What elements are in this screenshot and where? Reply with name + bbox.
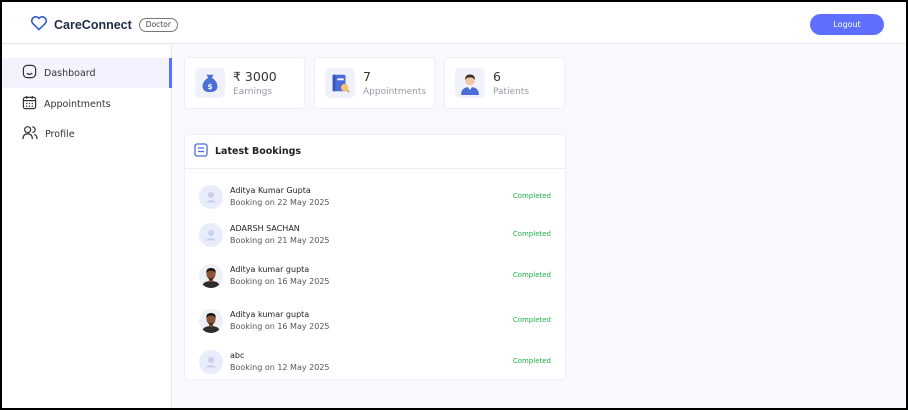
status-badge: Completed [512, 230, 551, 238]
stat-card-appointments[interactable]: 7 Appointments [314, 57, 435, 109]
patient-name: abc [230, 351, 245, 360]
people-icon [22, 125, 38, 143]
stat-card-earnings[interactable]: $ ₹ 3000 Earnings [184, 57, 305, 109]
sidebar-item-dashboard[interactable]: Dashboard [2, 58, 172, 88]
avatar-photo [199, 264, 223, 288]
patient-name: ADARSH SACHAN [230, 224, 300, 233]
booking-date: Booking on 12 May 2025 [230, 363, 330, 372]
logout-button[interactable]: Logout [810, 14, 884, 35]
booking-row[interactable]: Aditya Kumar Gupta Booking on 22 May 202… [185, 185, 565, 217]
patient-icon [455, 68, 485, 98]
booking-date: Booking on 16 May 2025 [230, 322, 330, 331]
svg-text:$: $ [207, 82, 212, 91]
home-icon [22, 64, 37, 82]
list-icon [194, 142, 208, 161]
patients-label: Patients [493, 86, 530, 97]
patient-name: Aditya Kumar Gupta [230, 186, 311, 195]
booking-row[interactable]: abc Booking on 12 May 2025 Completed [185, 350, 565, 382]
patients-value: 6 [493, 68, 501, 84]
avatar-placeholder [199, 223, 223, 247]
avatar-placeholder [199, 350, 223, 374]
avatar-placeholder [199, 185, 223, 209]
appointment-book-icon [325, 68, 355, 98]
latest-bookings-title: Latest Bookings [215, 146, 302, 157]
booking-row[interactable]: Aditya kumar gupta Booking on 16 May 202… [185, 264, 565, 296]
app-name: CareConnect [54, 18, 132, 32]
status-badge: Completed [512, 192, 551, 200]
booking-date: Booking on 21 May 2025 [230, 236, 330, 245]
sidebar-item-label: Dashboard [44, 67, 96, 79]
booking-row[interactable]: Aditya kumar gupta Booking on 16 May 202… [185, 309, 565, 341]
patient-name: Aditya kumar gupta [230, 265, 310, 274]
top-bar: CareConnect Doctor Logout [2, 2, 906, 44]
status-badge: Completed [512, 316, 551, 324]
money-bag-icon: $ [195, 68, 225, 98]
earnings-label: Earnings [233, 86, 273, 97]
brand[interactable]: CareConnect Doctor [30, 15, 178, 35]
latest-bookings-header: Latest Bookings [185, 135, 565, 169]
booking-date: Booking on 16 May 2025 [230, 277, 330, 286]
sidebar-item-profile[interactable]: Profile [2, 119, 172, 149]
calendar-icon [22, 95, 37, 113]
status-badge: Completed [512, 357, 551, 365]
sidebar-item-label: Profile [45, 128, 75, 140]
booking-date: Booking on 22 May 2025 [230, 198, 330, 207]
status-badge: Completed [512, 271, 551, 279]
stat-card-patients[interactable]: 6 Patients [444, 57, 565, 109]
appointments-value: 7 [363, 68, 371, 84]
sidebar-item-appointments[interactable]: Appointments [2, 89, 172, 119]
earnings-value: ₹ 3000 [233, 68, 277, 84]
sidebar-item-label: Appointments [44, 98, 111, 110]
booking-row[interactable]: ADARSH SACHAN Booking on 21 May 2025 Com… [185, 223, 565, 255]
heart-logo-icon [30, 15, 48, 35]
sidebar: Dashboard Appointments Profile [2, 45, 172, 408]
avatar-photo [199, 309, 223, 333]
patient-name: Aditya kumar gupta [230, 310, 310, 319]
role-badge: Doctor [138, 18, 178, 32]
latest-bookings-panel: Latest Bookings Aditya Kumar Gupta Booki… [184, 134, 566, 380]
appointments-label: Appointments [363, 86, 427, 97]
app-window: CareConnect Doctor Logout Dashboard Appo… [2, 2, 906, 408]
